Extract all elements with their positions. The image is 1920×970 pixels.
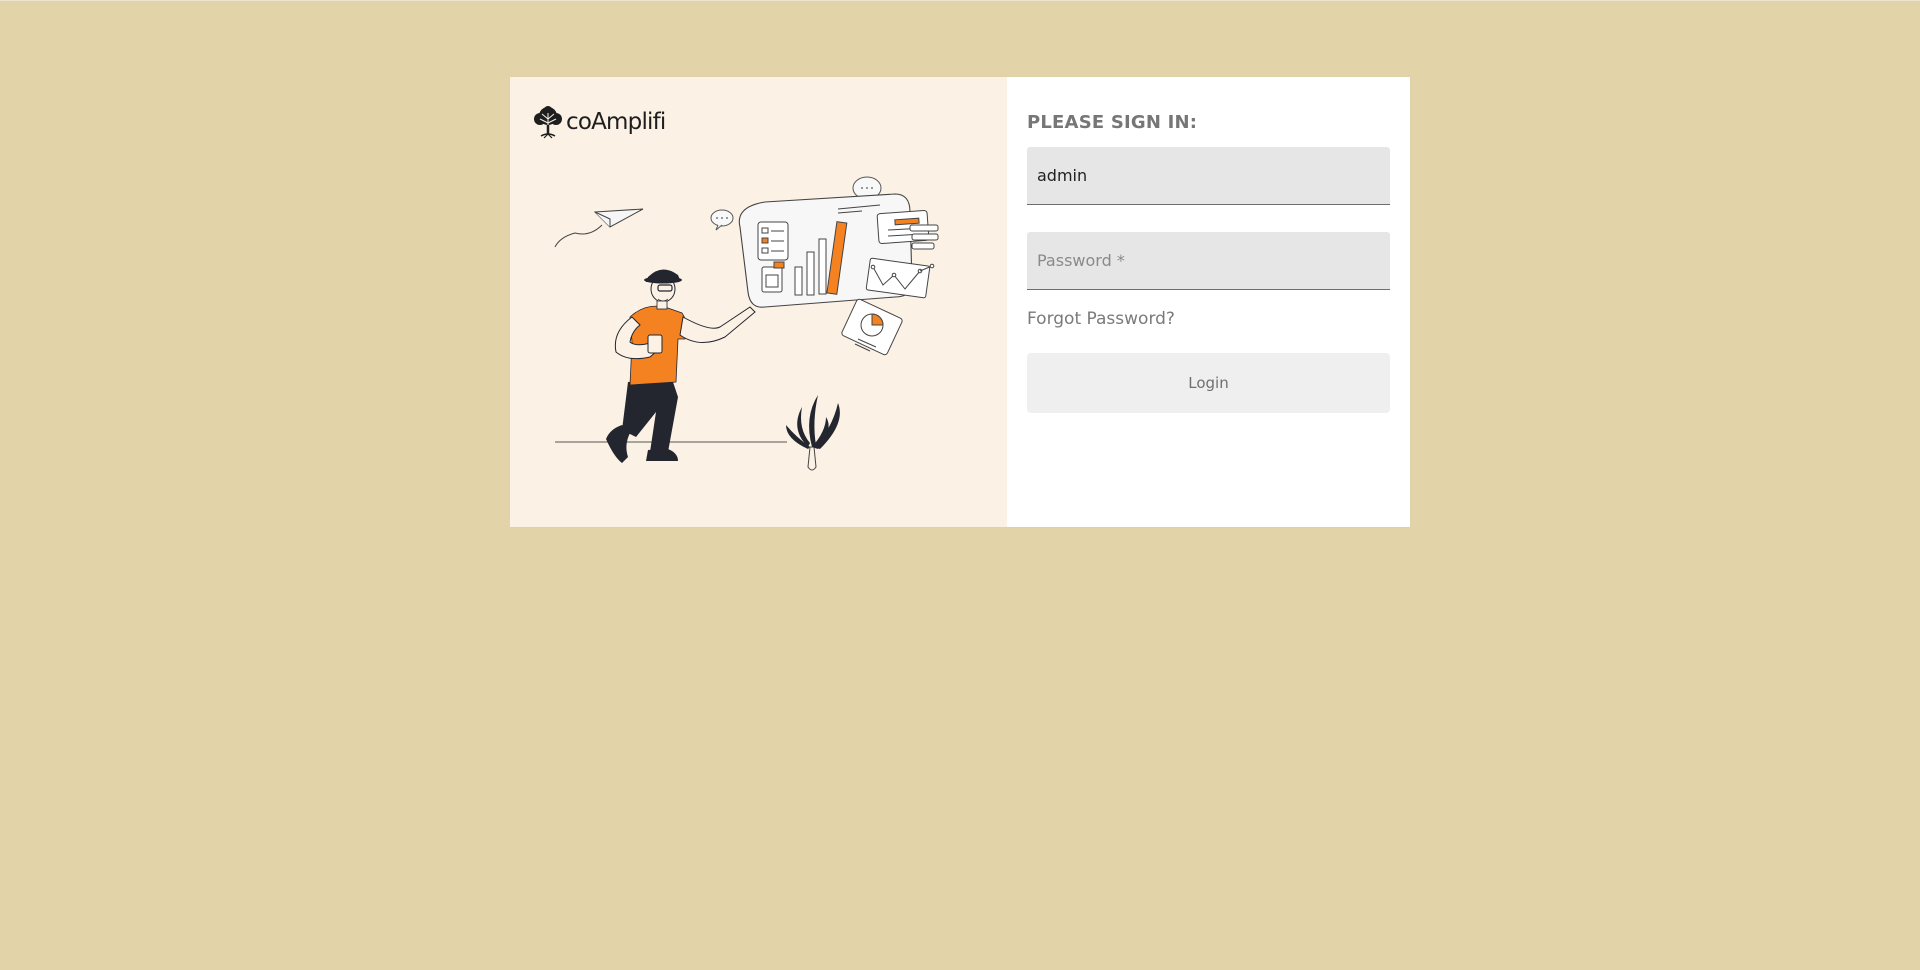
presenter-figure bbox=[606, 269, 756, 463]
username-field-container bbox=[1027, 147, 1390, 205]
paper-plane-icon bbox=[554, 208, 644, 248]
brand-logo: coAmplifi bbox=[532, 104, 666, 140]
tree-icon bbox=[534, 106, 562, 139]
login-button[interactable]: Login bbox=[1027, 353, 1390, 413]
login-card: coAmplifi PLEASE SIGN IN: admin Forgot P… bbox=[510, 77, 1410, 527]
presenter-dashboard-illustration bbox=[554, 176, 939, 471]
brand-name: coAmplifi bbox=[566, 108, 666, 135]
signin-panel: PLEASE SIGN IN: Forgot Password? Login bbox=[1007, 77, 1410, 527]
top-border-line bbox=[0, 0, 1920, 1]
plant-icon bbox=[786, 395, 840, 471]
password-input[interactable] bbox=[1027, 232, 1390, 289]
branding-panel: coAmplifi bbox=[510, 77, 1007, 527]
signin-title: PLEASE SIGN IN: bbox=[1027, 112, 1198, 133]
password-field-container bbox=[1027, 232, 1390, 290]
username-input[interactable] bbox=[1027, 147, 1390, 204]
forgot-password-link[interactable]: Forgot Password? bbox=[1027, 309, 1175, 329]
